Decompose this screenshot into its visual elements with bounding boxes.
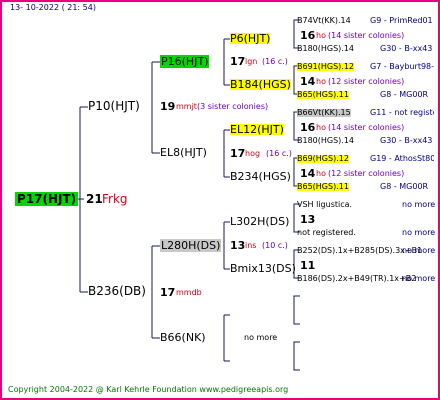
gen4-bracket xyxy=(293,295,300,325)
gen4-name: ho xyxy=(316,169,326,178)
gen4-queen-bottom[interactable]: B65(HGS).11 xyxy=(297,91,349,99)
gen2-queen-2[interactable]: EL8(HJT) xyxy=(160,147,207,158)
gen4-count: 16 xyxy=(300,121,316,134)
gen4-queen-top[interactable]: B69(HGS).12 xyxy=(297,155,349,163)
gen4-top-note: G9 - PrimRed01 xyxy=(370,17,433,25)
gen4-siblings: (12 sister colonies) xyxy=(328,77,405,86)
gen2-count-1: 17 xyxy=(230,55,246,68)
gen4-top-note: G19 - AthosSt80R xyxy=(370,155,434,163)
gen4-queen-top[interactable]: B66Vt(KK).15 xyxy=(297,109,351,117)
gen4-name: ho xyxy=(316,77,326,86)
gen2-name-2: hog xyxy=(245,149,261,158)
gen2-siblings-1: (16 c.) xyxy=(262,57,288,66)
gen4-siblings: (14 sister colonies) xyxy=(328,123,405,132)
gen3-queen-6[interactable]: Bmix13(DS) xyxy=(230,263,296,274)
gen4-count: 14 xyxy=(300,167,316,180)
gen1-queen-2[interactable]: B236(DB) xyxy=(88,285,146,297)
gen4-top-note: no more xyxy=(402,247,436,255)
gen2-note-4: no more xyxy=(244,333,278,342)
gen4-queen-top[interactable]: B74Vt(KK).14 xyxy=(297,17,351,25)
gen4-bottom-note: G8 - MG00R xyxy=(380,91,429,99)
gen4-queen-bottom[interactable]: not registered. xyxy=(297,229,356,237)
header-date: 13- 10-2022 ( 21: 54) xyxy=(10,3,96,12)
gen3-queen-5[interactable]: L302H(DS) xyxy=(230,216,289,227)
gen4-queen-bottom[interactable]: B180(HGS).14 xyxy=(297,137,354,145)
gen2-count-3: 13 xyxy=(230,239,246,252)
gen1-queen-1[interactable]: P10(HJT) xyxy=(88,100,140,112)
gen4-queen-bottom[interactable]: B180(HGS).14 xyxy=(297,45,354,53)
gen4-bottom-note: G8 - MG00R xyxy=(380,183,429,191)
gen2-queen-4[interactable]: B66(NK) xyxy=(160,332,206,343)
gen3-queen-1[interactable]: P6(HJT) xyxy=(230,33,271,44)
gen4-siblings: (12 sister colonies) xyxy=(328,169,405,178)
gen1-count-2: 17 xyxy=(160,286,176,299)
gen2-queen-1[interactable]: P16(HJT) xyxy=(160,55,210,68)
gen2-siblings-3: (10 c.) xyxy=(262,241,288,250)
gen4-queen-top[interactable]: VSH ligustica. xyxy=(297,201,352,209)
gen2-name-1: lgn xyxy=(245,57,258,66)
gen4-count: 11 xyxy=(300,259,316,272)
gen4-queen-top[interactable]: B691(HGS).12 xyxy=(297,63,355,71)
gen1-count-1: 19 xyxy=(160,100,176,113)
root-name: Frkg xyxy=(102,192,128,206)
gen4-siblings: (14 sister colonies) xyxy=(328,31,405,40)
root-queen[interactable]: P17(HJT) xyxy=(15,192,79,206)
gen4-queen-bottom[interactable]: B186(DS).2x+B49(TR).1x+B2 xyxy=(297,275,416,283)
gen1-name-2: mmdb xyxy=(176,288,202,297)
gen3-queen-3[interactable]: EL12(HJT) xyxy=(230,124,284,135)
gen4-top-note: G11 - not registe xyxy=(370,109,434,117)
gen4-count: 16 xyxy=(300,29,316,42)
gen4-name: ho xyxy=(316,123,326,132)
gen4-bottom-note: G30 - B-xx43 xyxy=(380,137,433,145)
gen2-name-3: ins xyxy=(245,241,257,250)
gen4-top-note: no more xyxy=(402,201,436,209)
footer-copyright: Copyright 2004-2022 @ Karl Kehrle Founda… xyxy=(8,385,289,394)
gen4-bottom-note: no more xyxy=(402,275,436,283)
gen4-name: ho xyxy=(316,31,326,40)
gen4-count: 13 xyxy=(300,213,316,226)
gen2-queen-3[interactable]: L280H(DS) xyxy=(160,239,222,252)
gen4-bottom-note: no more xyxy=(402,229,436,237)
gen3-queen-4[interactable]: B234(HGS) xyxy=(230,171,291,182)
gen3-queen-2[interactable]: B184(HGS) xyxy=(230,79,291,90)
gen4-count: 14 xyxy=(300,75,316,88)
gen1-siblings-1: (3 sister colonies) xyxy=(197,102,269,111)
gen4-queen-bottom[interactable]: B65(HGS).11 xyxy=(297,183,349,191)
root-count: 21 xyxy=(86,192,103,206)
gen4-bracket xyxy=(293,341,300,371)
gen2-count-2: 17 xyxy=(230,147,246,160)
gen2-siblings-2: (16 c.) xyxy=(266,149,292,158)
gen4-top-note: G7 - Bayburt98-3 xyxy=(370,63,434,71)
gen1-name-1: mmjt xyxy=(176,102,197,111)
gen4-bottom-note: G30 - B-xx43 xyxy=(380,45,433,53)
